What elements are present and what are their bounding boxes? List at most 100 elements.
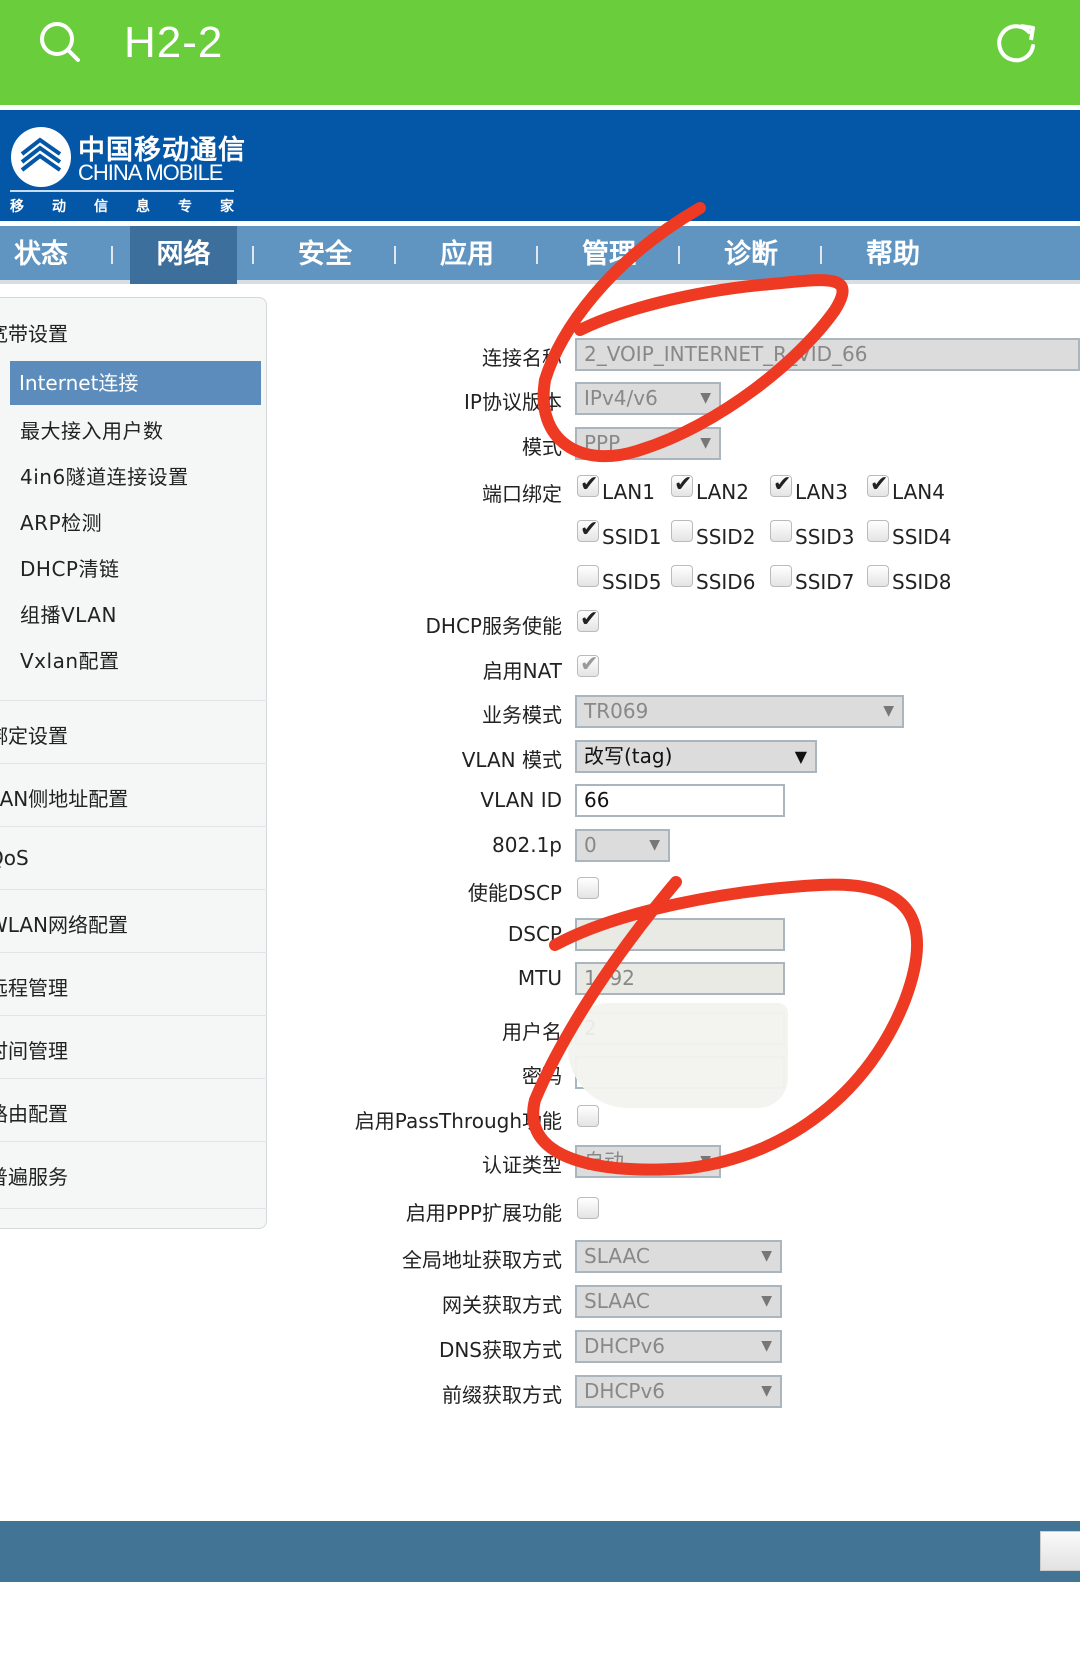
vlan_mode-select[interactable]: 改写(tag) ▼ bbox=[575, 740, 817, 773]
nav-application[interactable]: 应用 bbox=[412, 226, 522, 284]
sidebar-section[interactable]: 普遍服务 bbox=[0, 1161, 258, 1190]
app-top-bar: H2-2 bbox=[0, 0, 1080, 105]
nav-security[interactable]: 安全 bbox=[270, 226, 380, 284]
service_mode-label: 业务模式 bbox=[482, 703, 562, 727]
passthrough-checkbox[interactable] bbox=[577, 1105, 599, 1127]
dns-select[interactable]: DHCPv6 ▼ bbox=[575, 1330, 782, 1363]
port-ssid4-checkbox[interactable] bbox=[867, 520, 889, 542]
dropdown-arrow-icon: ▼ bbox=[761, 1293, 772, 1309]
nav-separator bbox=[111, 246, 113, 264]
port-ssid1-checkbox[interactable]: ✔ bbox=[577, 517, 599, 542]
prefix-label: 前缀获取方式 bbox=[442, 1383, 562, 1407]
sidebar-divider bbox=[0, 952, 267, 953]
global_addr-select[interactable]: SLAAC ▼ bbox=[575, 1240, 782, 1273]
service_mode-value: TR069 bbox=[584, 699, 649, 723]
refresh-icon[interactable] bbox=[993, 20, 1039, 66]
port_binding-label: 端口绑定 bbox=[482, 482, 562, 506]
prefix-select[interactable]: DHCPv6 ▼ bbox=[575, 1375, 782, 1408]
sidebar-item[interactable]: ARP检测 bbox=[20, 507, 102, 536]
port-lan1-checkbox[interactable]: ✔ bbox=[577, 472, 599, 497]
port-lan2-checkbox[interactable]: ✔ bbox=[671, 472, 693, 497]
p8021p-value: 0 bbox=[584, 833, 597, 857]
password-label: 密码 bbox=[522, 1064, 562, 1088]
port-ssid3-checkbox[interactable] bbox=[770, 520, 792, 542]
sidebar-item[interactable]: 4in6隧道连接设置 bbox=[20, 461, 189, 490]
sidebar-item[interactable]: DHCP清链 bbox=[20, 553, 119, 582]
vlan_id-value: 66 bbox=[584, 788, 610, 812]
vlan_mode-value: 改写(tag) bbox=[584, 744, 673, 768]
dropdown-arrow-icon: ▼ bbox=[794, 747, 807, 766]
sidebar-divider bbox=[0, 1078, 267, 1079]
mode-select[interactable]: PPP ▼ bbox=[575, 427, 721, 460]
checkmark-icon: ✔ bbox=[580, 517, 599, 542]
dropdown-arrow-icon: ▼ bbox=[700, 1153, 711, 1169]
sidebar-item[interactable]: 组播VLAN bbox=[20, 599, 117, 628]
port-ssid6-label: SSID6 bbox=[696, 570, 756, 594]
port-lan3-checkbox[interactable]: ✔ bbox=[770, 472, 792, 497]
nav-network[interactable]: 网络 bbox=[130, 226, 237, 284]
sidebar-divider bbox=[0, 763, 267, 764]
nav-separator bbox=[252, 246, 254, 264]
port-lan4-checkbox[interactable]: ✔ bbox=[867, 472, 889, 497]
auth_type-label: 认证类型 bbox=[482, 1153, 562, 1177]
sidebar-section[interactable]: QoS bbox=[0, 846, 258, 870]
port-ssid7-checkbox[interactable] bbox=[770, 565, 792, 587]
nav-help[interactable]: 帮助 bbox=[838, 226, 948, 284]
port-ssid2-checkbox[interactable] bbox=[671, 520, 693, 542]
checkmark-icon: ✔ bbox=[773, 472, 792, 497]
ip_version-select[interactable]: IPv4/v6 ▼ bbox=[575, 382, 721, 415]
auth_type-value: 自动 bbox=[584, 1149, 624, 1173]
checkmark-icon: ✔ bbox=[580, 607, 599, 632]
checkmark-icon: ✔ bbox=[580, 652, 599, 677]
sidebar-divider bbox=[0, 700, 267, 701]
nav-diagnostics[interactable]: 诊断 bbox=[696, 226, 806, 284]
sidebar-item[interactable]: 最大接入用户数 bbox=[20, 415, 164, 444]
ppp_ext-checkbox[interactable] bbox=[577, 1197, 599, 1219]
ip_version-label: IP协议版本 bbox=[464, 390, 562, 414]
sidebar-section[interactable]: WLAN网络配置 bbox=[0, 909, 258, 938]
nav-status[interactable]: 状态 bbox=[0, 226, 96, 284]
nav-management[interactable]: 管理 bbox=[554, 226, 664, 284]
footer-button[interactable] bbox=[1040, 1531, 1080, 1571]
port-ssid5-label: SSID5 bbox=[602, 570, 662, 594]
auth_type-select[interactable]: 自动 ▼ bbox=[575, 1145, 721, 1178]
dropdown-arrow-icon: ▼ bbox=[761, 1248, 772, 1264]
slogan-char: 专 bbox=[178, 199, 192, 215]
footer-bar bbox=[0, 1521, 1080, 1582]
sidebar-group-broadband[interactable]: 宽带设置 bbox=[0, 318, 265, 347]
dropdown-arrow-icon: ▼ bbox=[700, 435, 711, 451]
sidebar-item-internet-connection[interactable]: Internet连接 bbox=[10, 361, 261, 405]
slogan-char: 信 bbox=[94, 199, 108, 215]
dhcp_enable-checkbox[interactable]: ✔ bbox=[577, 607, 599, 632]
vlan_id-input[interactable]: 66 bbox=[575, 784, 785, 817]
sidebar-section[interactable]: 远程管理 bbox=[0, 972, 258, 1001]
sidebar-divider bbox=[0, 889, 267, 890]
checkmark-icon: ✔ bbox=[674, 472, 693, 497]
sidebar-item[interactable]: Vxlan配置 bbox=[20, 645, 120, 674]
conn_name-input[interactable]: 2_VOIP_INTERNET_R_VID_66 bbox=[575, 338, 1080, 371]
gateway-select[interactable]: SLAAC ▼ bbox=[575, 1285, 782, 1318]
port-ssid5-checkbox[interactable] bbox=[577, 565, 599, 587]
sidebar-section[interactable]: 绑定设置 bbox=[0, 720, 258, 749]
dscp-label: DSCP bbox=[507, 922, 562, 946]
sidebar-section[interactable]: LAN侧地址配置 bbox=[0, 783, 258, 812]
nat_enable-checkbox: ✔ bbox=[577, 652, 599, 677]
mtu-input: 1492 bbox=[575, 962, 785, 995]
p8021p-select[interactable]: 0 ▼ bbox=[575, 829, 670, 862]
port-ssid7-label: SSID7 bbox=[795, 570, 855, 594]
sidebar-section[interactable]: 时间管理 bbox=[0, 1035, 258, 1064]
port-ssid4-label: SSID4 bbox=[892, 525, 952, 549]
dscp_enable-checkbox[interactable] bbox=[577, 877, 599, 899]
mode-value: PPP bbox=[584, 431, 621, 455]
port-ssid8-checkbox[interactable] bbox=[867, 565, 889, 587]
slogan-char: 息 bbox=[136, 199, 150, 215]
port-ssid6-checkbox[interactable] bbox=[671, 565, 693, 587]
port-lan1-label: LAN1 bbox=[602, 480, 655, 504]
sidebar-section[interactable]: 路由配置 bbox=[0, 1098, 258, 1127]
dscp-input bbox=[575, 918, 785, 951]
port-ssid1-label: SSID1 bbox=[602, 525, 662, 549]
service_mode-select[interactable]: TR069 ▼ bbox=[575, 695, 904, 728]
nav-separator bbox=[820, 246, 822, 264]
dscp_enable-label: 使能DSCP bbox=[467, 881, 562, 905]
search-icon[interactable] bbox=[38, 20, 82, 64]
